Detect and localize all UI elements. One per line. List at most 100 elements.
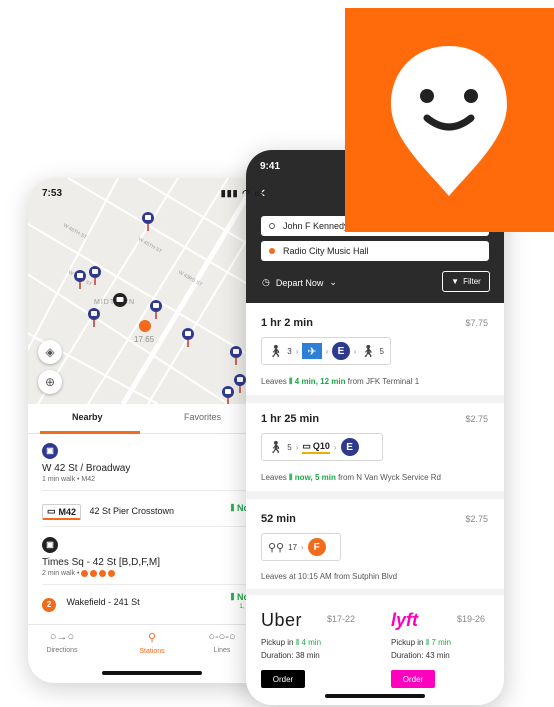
- lyft-order-button[interactable]: Order: [391, 670, 435, 688]
- leaves-suffix: from N Van Wyck Service Rd: [338, 473, 441, 482]
- lyft-pickup-label: Pickup in: [391, 638, 424, 647]
- trip-duration: 1 hr 2 min: [261, 317, 313, 329]
- divider: [246, 589, 504, 595]
- nearby-phone: W 46TH ST W 45TH ST W 44TH ST W 43RD ST …: [28, 178, 276, 683]
- home-indicator: [102, 671, 202, 675]
- nav-directions[interactable]: ○→○ Directions: [32, 631, 92, 654]
- lyft-duration: Duration: 43 min: [391, 651, 450, 660]
- route-item[interactable]: 2 Wakefield - 241 St ⦀ Now 1, 4 m: [42, 592, 262, 612]
- origin-text: John F Kennedy: [283, 221, 349, 231]
- lyft-pickup-time: 7 min: [431, 638, 452, 647]
- nearby-tabs: Nearby Favorites: [28, 404, 276, 434]
- active-tab-indicator: [40, 431, 140, 434]
- walk-icon: 🚶︎: [268, 440, 284, 454]
- uber-duration: Duration: 38 min: [261, 651, 320, 660]
- divider: [42, 490, 276, 491]
- stop-item[interactable]: ▣ Times Sq - 42 St [B,D,F,M] 2 min walk …: [42, 534, 160, 577]
- map-canvas: W 46TH ST W 45TH ST W 44TH ST W 43RD ST …: [28, 178, 276, 404]
- locate-me-button[interactable]: ⊕: [38, 370, 62, 394]
- depart-label: Depart Now: [275, 277, 324, 288]
- svg-text:W 46TH ST: W 46TH ST: [62, 223, 88, 241]
- subway-station-icon: ▣: [42, 536, 58, 553]
- tab-nearby[interactable]: Nearby: [72, 412, 103, 422]
- route-badge: ▭ M42: [42, 504, 82, 520]
- uber-logo: Uber: [261, 610, 303, 630]
- map-view[interactable]: W 46TH ST W 45TH ST W 44TH ST W 43RD ST …: [28, 178, 276, 404]
- chevron-right-icon: ›: [333, 442, 337, 452]
- divider: [246, 395, 504, 403]
- subway-e-icon: E: [332, 342, 350, 360]
- filter-button[interactable]: ▼ Filter: [442, 271, 490, 292]
- status-time: 9:41: [260, 161, 281, 172]
- trip-duration: 1 hr 25 min: [261, 413, 320, 425]
- nav-lines-label: Lines: [213, 647, 231, 654]
- leaves-times: 4 min, 12 min: [294, 377, 346, 386]
- lyft-logo: lyft: [391, 610, 418, 630]
- trip-leaves: Leaves at 10:15 AM from Sutphin Blvd: [261, 572, 398, 581]
- realtime-icon: ⦀: [289, 473, 293, 482]
- layers-icon: ◈: [45, 345, 55, 359]
- walk-minutes: 5: [379, 346, 384, 356]
- stop-item[interactable]: ▣ W 42 St / Broadway 1 min walk • M42: [42, 440, 130, 483]
- line-m-icon: [108, 569, 116, 577]
- tab-favorites[interactable]: Favorites: [184, 412, 221, 422]
- trip-legs: 🚶︎ 3 › ✈ › E › 🚶︎ 5: [261, 337, 391, 365]
- trip-price: $7.75: [465, 318, 488, 328]
- realtime-icon: ⦀: [295, 638, 300, 647]
- status-time: 7:53: [42, 188, 63, 199]
- bus-route-number: Q10: [312, 441, 330, 451]
- app-logo: [345, 8, 554, 232]
- nav-directions-label: Directions: [46, 647, 78, 654]
- line-d-icon: [90, 569, 98, 577]
- trip-leaves: Leaves ⦀ 4 min, 12 min from JFK Terminal…: [261, 377, 419, 387]
- clock-icon: ◷: [262, 277, 270, 287]
- route-item[interactable]: ▭ M42 42 St Pier Crosstown ⦀ Now: [42, 501, 262, 520]
- trip-option[interactable]: 1 hr 25 min $2.75 🚶︎ 5 › ▭ Q10 › E Leaves …: [246, 403, 504, 491]
- leaves-prefix: Leaves: [261, 377, 287, 386]
- bike-minutes: 17: [288, 542, 298, 552]
- nav-lines[interactable]: ○-○-○ Lines: [192, 631, 252, 654]
- subway-f-icon: F: [307, 538, 326, 556]
- route-title: 42 St Pier Crosstown: [89, 506, 175, 516]
- signal-wifi-battery-icon: ▮▮▮ ◠ ▭: [220, 188, 264, 198]
- line-b-icon: [81, 569, 89, 577]
- chevron-right-icon: ›: [295, 442, 299, 452]
- bus-stop-icon: ▣: [42, 442, 58, 459]
- trip-price: $2.75: [465, 414, 488, 424]
- trip-legs: 🚶︎ 5 › ▭ Q10 › E: [261, 433, 383, 461]
- uber-pickup-time: 4 min: [301, 638, 322, 647]
- airtrain-icon: ✈: [302, 343, 322, 359]
- destination-dot-icon: [269, 248, 275, 254]
- depart-time-selector[interactable]: ◷ Depart Now ⌄: [262, 277, 337, 288]
- stop-title: Times Sq - 42 St [B,D,F,M]: [42, 556, 160, 568]
- chevron-right-icon: ›: [325, 346, 329, 356]
- lyft-pickup: Pickup in ⦀ 7 min: [391, 638, 451, 648]
- subway-e-icon: E: [340, 438, 359, 456]
- trip-results-phone: 9:41 ‹ John F Kennedy Radio City Music H…: [246, 150, 504, 705]
- svg-text:W 45TH ST: W 45TH ST: [137, 237, 163, 255]
- line-2-badge: 2: [42, 597, 56, 612]
- uber-order-button[interactable]: Order: [261, 670, 305, 688]
- origin-dot-icon: [269, 223, 275, 229]
- realtime-icon: ⦀: [425, 638, 430, 647]
- map-price-label: 17.65: [134, 335, 155, 344]
- layers-button[interactable]: ◈: [38, 340, 62, 364]
- stop-walk-text: 2 min walk •: [42, 569, 80, 577]
- line-f-icon: [99, 569, 107, 577]
- bus-route: ▭ Q10: [302, 441, 330, 454]
- divider: [42, 584, 276, 585]
- location-pin-icon: ⚲: [147, 632, 157, 644]
- trip-option[interactable]: 1 hr 2 min $7.75 🚶︎ 3 › ✈ › E › 🚶︎ 5 Leave…: [246, 303, 504, 395]
- nav-stations[interactable]: ⚲ Stations: [122, 631, 182, 655]
- status-bar: 7:53 ▮▮▮ ◠ ▭: [28, 178, 276, 208]
- walk-minutes: 5: [287, 442, 292, 452]
- trip-option[interactable]: 52 min $2.75 ⚲⚲ 17 › F Leaves at 10:15 AM…: [246, 499, 504, 589]
- chevron-right-icon: ›: [295, 346, 299, 356]
- funnel-icon: ▼: [451, 277, 460, 286]
- destination-field[interactable]: Radio City Music Hall: [261, 241, 489, 261]
- destination-text: Radio City Music Hall: [283, 246, 369, 256]
- bus-icon: ▭: [47, 506, 56, 516]
- stop-sub: 1 min walk • M42: [42, 475, 96, 483]
- stop-title: W 42 St / Broadway: [42, 462, 131, 474]
- walk-icon: 🚶︎: [268, 344, 284, 358]
